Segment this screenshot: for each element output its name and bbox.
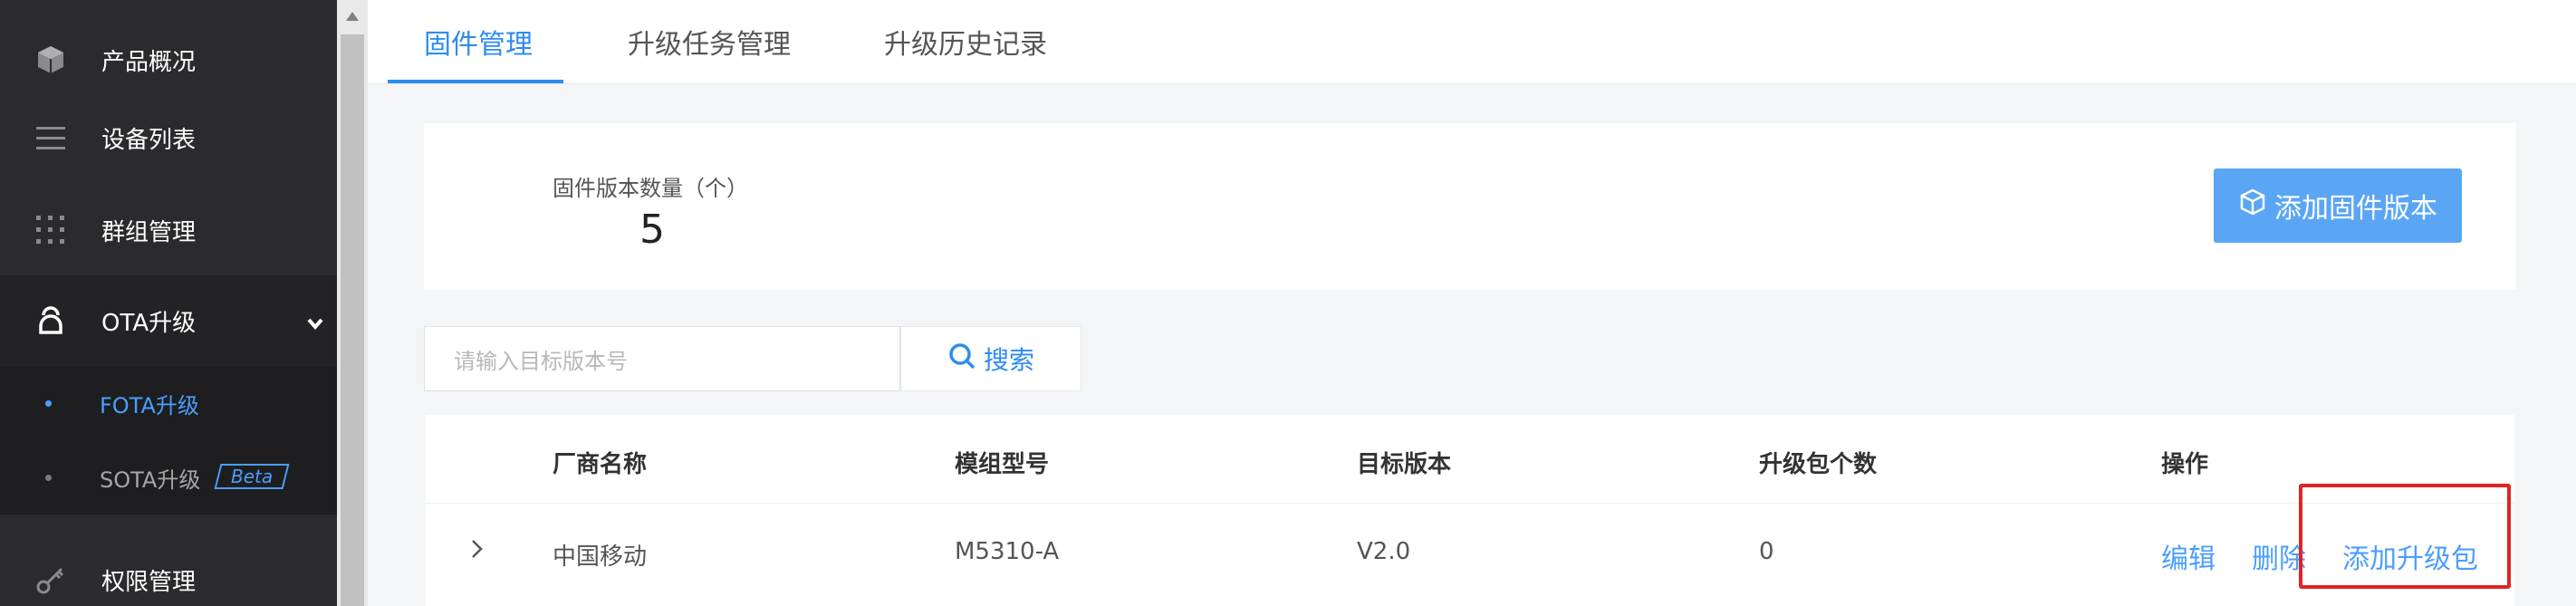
scroll-up-icon[interactable] — [337, 0, 368, 33]
scroll-thumb[interactable] — [341, 34, 364, 606]
chevron-right-icon[interactable] — [464, 536, 489, 562]
column-header-package-count: 升级包个数 — [1759, 451, 1878, 478]
annotation-highlight-box — [2299, 484, 2511, 589]
sidebar-item-ota-upgrade[interactable]: OTA升级 — [0, 275, 337, 366]
ota-icon — [33, 303, 69, 339]
search-button[interactable]: 搜索 — [900, 326, 1081, 391]
key-icon — [33, 562, 69, 598]
cell-vendor: 中国移动 — [553, 543, 648, 571]
search-button-label: 搜索 — [983, 345, 1034, 375]
tab-firmware-management[interactable]: 固件管理 — [424, 0, 533, 83]
sidebar-item-group-management[interactable]: 群组管理 — [0, 185, 337, 275]
firmware-count-value: 5 — [639, 207, 665, 253]
column-header-model: 模组型号 — [955, 451, 1050, 478]
column-header-actions: 操作 — [2161, 451, 2209, 478]
column-header-vendor: 厂商名称 — [553, 451, 648, 478]
add-firmware-version-button[interactable]: 添加固件版本 — [2214, 168, 2462, 243]
sidebar-item-label: 群组管理 — [101, 218, 197, 246]
active-tab-indicator — [388, 80, 563, 83]
search-placeholder: 请输入目标版本号 — [454, 348, 628, 374]
sidebar-subitem-label: FOTA升级 — [100, 392, 199, 418]
sidebar-item-label: 产品概况 — [101, 48, 197, 76]
tab-upgrade-task-management[interactable]: 升级任务管理 — [628, 0, 791, 83]
sidebar-item-label: OTA升级 — [101, 309, 197, 337]
cell-package-count: 0 — [1759, 538, 1774, 565]
cell-target-version: V2.0 — [1357, 538, 1411, 565]
sidebar-item-device-list[interactable]: 设备列表 — [0, 92, 337, 183]
sidebar-subitem-sota[interactable]: SOTA升级 Beta — [0, 440, 337, 515]
sidebar-scrollbar[interactable] — [337, 0, 368, 606]
edit-link[interactable]: 编辑 — [2161, 536, 2216, 576]
tab-upgrade-history[interactable]: 升级历史记录 — [884, 0, 1047, 83]
search-icon — [947, 341, 976, 377]
firmware-table: 厂商名称 模组型号 目标版本 升级包个数 操作 中国移动 M5310-A V2.… — [426, 415, 2514, 606]
header-divider — [426, 503, 2514, 504]
sidebar-item-product-overview[interactable]: 产品概况 — [0, 14, 337, 105]
cell-model: M5310-A — [955, 538, 1060, 565]
add-firmware-version-label: 添加固件版本 — [2274, 193, 2437, 225]
target-version-search-input[interactable]: 请输入目标版本号 — [424, 326, 900, 391]
sidebar-item-permission-management[interactable]: 权限管理 — [0, 534, 337, 606]
chevron-down-icon[interactable] — [306, 312, 324, 331]
delete-link[interactable]: 删除 — [2252, 536, 2306, 576]
sidebar-subitem-label: SOTA升级 — [100, 467, 201, 493]
sidebar-item-label: 设备列表 — [101, 126, 197, 154]
list-icon — [33, 120, 69, 156]
firmware-stats-card: 固件版本数量（个） 5 添加固件版本 — [424, 123, 2516, 290]
sidebar-subitem-fota[interactable]: FOTA升级 — [0, 366, 337, 440]
column-header-target-version: 目标版本 — [1357, 451, 1452, 478]
grid-dots-icon — [33, 212, 69, 248]
sidebar-item-label: 权限管理 — [101, 568, 197, 596]
cube-icon — [33, 42, 69, 78]
beta-badge: Beta — [214, 464, 290, 489]
sidebar: 产品概况 设备列表 群组管理 OTA升级 FOTA升级 SOTA升级 Beta … — [0, 0, 337, 606]
bullet-icon — [45, 399, 52, 407]
firmware-count-label: 固件版本数量（个） — [553, 176, 748, 201]
bullet-icon — [45, 474, 52, 481]
package-icon — [2238, 188, 2267, 224]
